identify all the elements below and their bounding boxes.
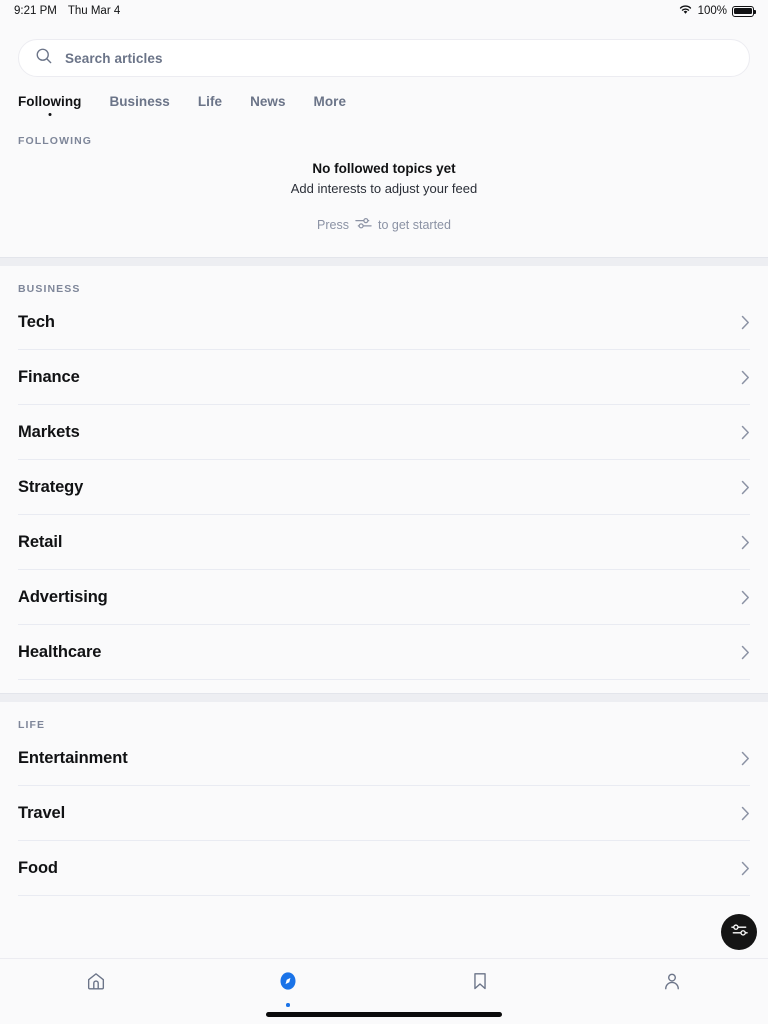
wifi-icon: [678, 4, 693, 18]
category-tabs: Following Business Life News More: [0, 77, 768, 118]
empty-state: No followed topics yet Add interests to …: [0, 147, 768, 257]
list-item[interactable]: Markets: [18, 405, 750, 460]
list-item[interactable]: Finance: [18, 350, 750, 405]
tab-following-label: Following: [18, 94, 82, 109]
status-time: 9:21 PM: [14, 5, 57, 17]
home-icon: [85, 970, 107, 997]
chevron-right-icon: [741, 645, 750, 660]
topic-label: Advertising: [18, 587, 108, 606]
topic-label: Tech: [18, 312, 55, 331]
battery-percent-label: 100%: [697, 5, 727, 17]
chevron-right-icon: [741, 861, 750, 876]
app-screen: 9:21 PM Thu Mar 4 100% Search articles F…: [0, 0, 768, 1024]
tab-active-indicator: [48, 113, 52, 116]
search-input[interactable]: Search articles: [18, 39, 750, 77]
list-item[interactable]: Entertainment: [18, 731, 750, 786]
list-item[interactable]: Healthcare: [18, 625, 750, 680]
following-section: FOLLOWING No followed topics yet Add int…: [0, 118, 768, 257]
topic-label: Markets: [18, 422, 80, 441]
search-placeholder: Search articles: [65, 50, 163, 66]
filter-fab-button[interactable]: [721, 914, 757, 950]
search-bar-container: Search articles: [0, 22, 768, 77]
sliders-icon: [730, 922, 749, 943]
empty-state-hint-suffix: to get started: [377, 217, 451, 232]
tab-business-label: Business: [109, 94, 170, 109]
life-section-header: LIFE: [18, 719, 46, 731]
topic-label: Travel: [18, 803, 66, 822]
status-date: Thu Mar 4: [67, 5, 121, 17]
topic-label: Entertainment: [18, 748, 128, 767]
chevron-right-icon: [741, 480, 750, 495]
business-section-header: BUSINESS: [18, 283, 81, 295]
nav-active-dot: [286, 1003, 290, 1007]
chevron-right-icon: [741, 751, 750, 766]
chevron-right-icon: [741, 806, 750, 821]
nav-home[interactable]: [0, 959, 192, 1024]
life-topic-list: Entertainment Travel Food: [0, 731, 768, 896]
search-icon: [35, 47, 53, 70]
topic-label: Finance: [18, 367, 80, 386]
tab-life-label: Life: [197, 94, 223, 109]
nav-active-dot: [478, 1003, 482, 1007]
content-scroll-area[interactable]: FOLLOWING No followed topics yet Add int…: [0, 118, 768, 958]
chevron-right-icon: [741, 315, 750, 330]
empty-state-hint-prefix: Press: [317, 217, 349, 232]
tab-business[interactable]: Business: [109, 94, 169, 118]
tab-news-label: News: [250, 94, 286, 109]
business-section: BUSINESS Tech Finance Markets Strategy R…: [0, 266, 768, 693]
status-bar-left: 9:21 PM Thu Mar 4: [14, 5, 120, 17]
topic-label: Retail: [18, 532, 63, 551]
tab-news[interactable]: News: [250, 94, 285, 118]
empty-state-hint: Press to get started: [18, 216, 750, 233]
person-icon: [661, 970, 683, 997]
topic-label: Food: [18, 858, 58, 877]
tab-life[interactable]: Life: [198, 94, 222, 118]
chevron-right-icon: [741, 590, 750, 605]
list-item[interactable]: Food: [18, 841, 750, 896]
home-indicator: [266, 1012, 502, 1017]
business-topic-list: Tech Finance Markets Strategy Retail Adv…: [0, 295, 768, 680]
status-bar: 9:21 PM Thu Mar 4 100%: [0, 0, 768, 22]
section-divider-band: [0, 257, 768, 266]
section-divider-band: [0, 693, 768, 702]
bookmark-icon: [469, 970, 491, 997]
status-bar-right: 100%: [678, 4, 756, 18]
compass-icon: [277, 970, 299, 997]
sliders-icon: [355, 216, 372, 233]
chevron-right-icon: [741, 535, 750, 550]
nav-profile[interactable]: [576, 959, 768, 1024]
list-item[interactable]: Travel: [18, 786, 750, 841]
battery-full-icon: [732, 5, 756, 17]
list-item[interactable]: Tech: [18, 295, 750, 350]
empty-state-subtitle: Add interests to adjust your feed: [290, 181, 478, 196]
life-section: LIFE Entertainment Travel Food: [0, 702, 768, 896]
following-section-header: FOLLOWING: [18, 135, 93, 147]
nav-active-dot: [670, 1003, 674, 1007]
empty-state-title: No followed topics yet: [312, 161, 456, 176]
list-item[interactable]: Retail: [18, 515, 750, 570]
topic-label: Healthcare: [18, 642, 102, 661]
chevron-right-icon: [741, 425, 750, 440]
list-item[interactable]: Strategy: [18, 460, 750, 515]
bottom-navigation: [0, 958, 768, 1024]
tab-following[interactable]: Following: [18, 94, 81, 118]
nav-active-dot: [94, 1003, 98, 1007]
tab-more[interactable]: More: [314, 94, 346, 118]
chevron-right-icon: [741, 370, 750, 385]
tab-more-label: More: [313, 94, 347, 109]
topic-label: Strategy: [18, 477, 84, 496]
list-item[interactable]: Advertising: [18, 570, 750, 625]
